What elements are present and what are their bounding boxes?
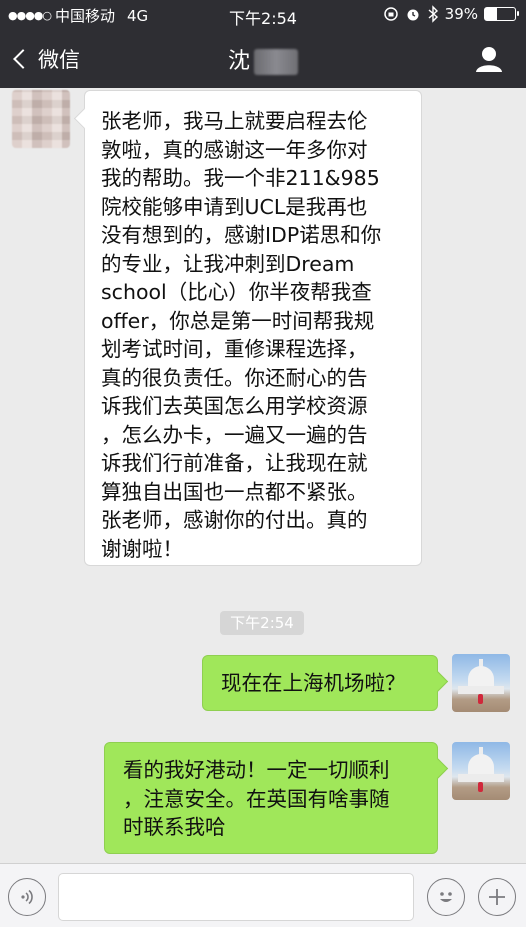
status-bar: ●●●●○ 中国移动 4G 下午2:54 39% (0, 0, 526, 30)
user-avatar[interactable] (452, 742, 510, 800)
profile-icon[interactable] (474, 44, 504, 74)
message-text: 现在在上海机场啦？ (221, 671, 406, 695)
chat-area[interactable]: 张老师，我马上就要启程去伦 敦啦，真的感谢这一年多你对 我的帮助。我一个非211… (0, 88, 526, 863)
emoji-button[interactable] (427, 878, 465, 916)
message-bubble-sent[interactable]: 看的我好港动！一定一切顺利 ，注意安全。在英国有啥事随 时联系我哈 (104, 742, 438, 854)
add-button[interactable] (478, 878, 516, 916)
user-avatar[interactable] (452, 654, 510, 712)
bluetooth-icon (428, 5, 438, 23)
message-timestamp: 下午2:54 (220, 611, 304, 635)
voice-icon (21, 889, 33, 905)
message-text: 张老师，我马上就要启程去伦 敦啦，真的感谢这一年多你对 我的帮助。我一个非211… (101, 109, 382, 561)
alarm-icon (407, 9, 419, 21)
status-right: 39% (383, 5, 519, 23)
message-text: 看的我好港动！一定一切顺利 ，注意安全。在英国有啥事随 时联系我哈 (123, 758, 390, 839)
battery-level (485, 8, 497, 20)
chat-title: 沈 (0, 43, 526, 75)
orientation-lock-icon (383, 7, 398, 21)
voice-button[interactable] (8, 878, 46, 916)
nav-bar: 微信 沈 (0, 30, 526, 88)
contact-name: 沈 (227, 49, 250, 74)
message-bubble-sent[interactable]: 现在在上海机场啦？ (202, 655, 438, 711)
blurred-name (254, 49, 298, 75)
message-input[interactable] (58, 873, 414, 921)
emoji-icon (440, 892, 452, 902)
message-bubble-received[interactable]: 张老师，我马上就要启程去伦 敦啦，真的感谢这一年多你对 我的帮助。我一个非211… (84, 90, 422, 566)
battery-icon (484, 7, 519, 21)
contact-avatar[interactable] (12, 90, 70, 148)
plus-icon (489, 889, 505, 905)
battery-percent: 39% (444, 5, 478, 23)
input-bar (0, 863, 526, 927)
